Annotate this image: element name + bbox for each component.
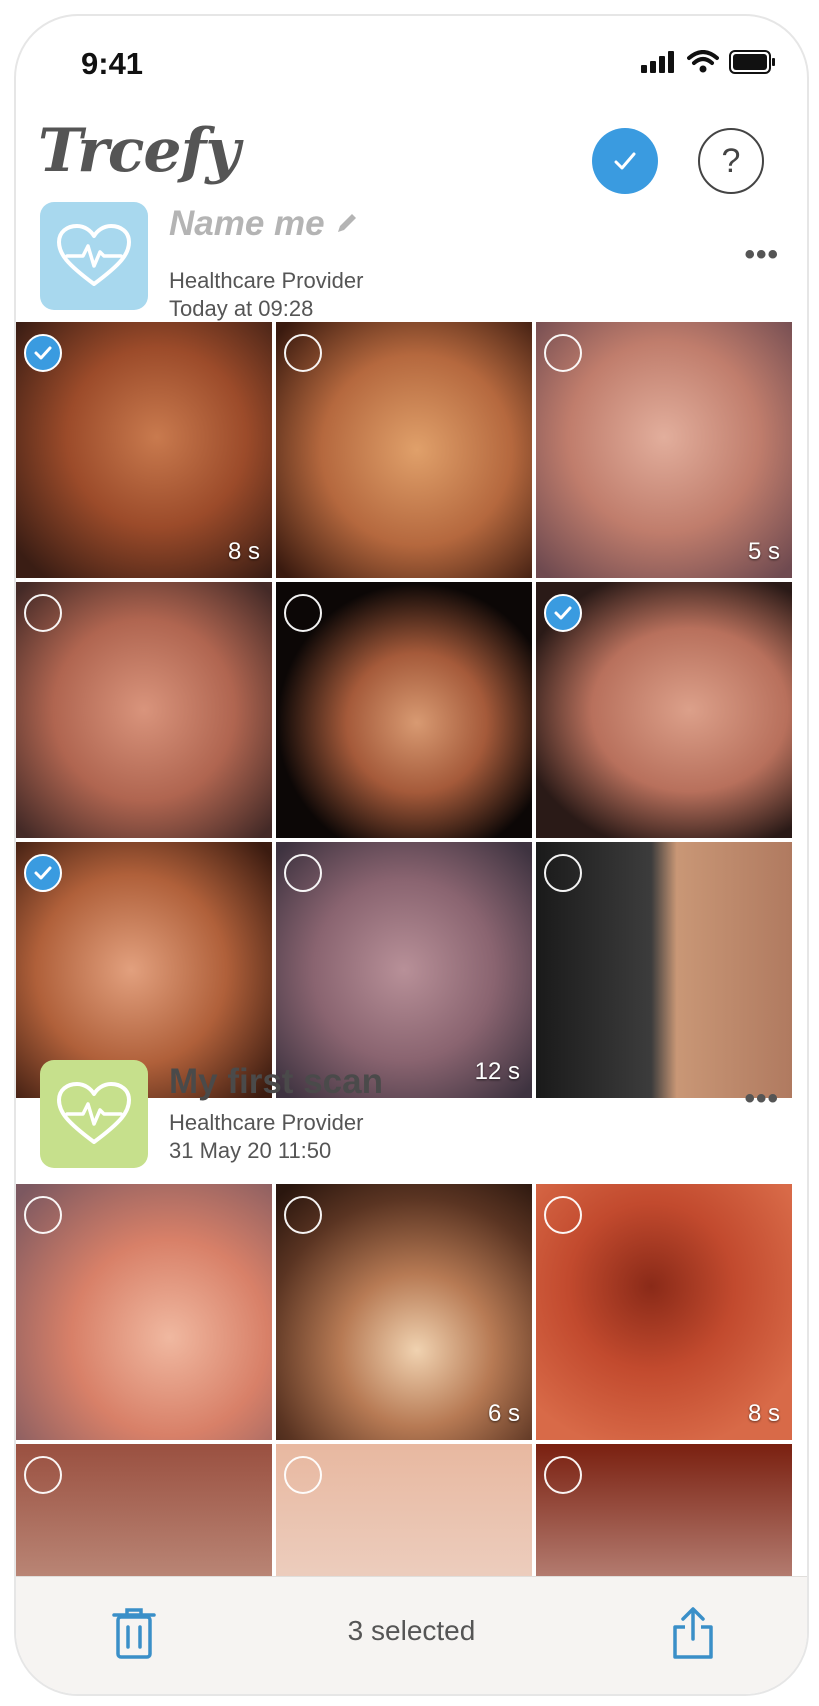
select-checkbox[interactable] <box>284 334 322 372</box>
scan-date: Today at 09:28 <box>169 296 314 321</box>
scan-title[interactable]: My first scan <box>169 1062 383 1102</box>
scan-media-grid-partial <box>16 1444 807 1576</box>
help-icon: ? <box>721 141 741 180</box>
select-checkbox[interactable] <box>544 334 582 372</box>
selection-toolbar: 3 selected <box>16 1576 807 1694</box>
select-checkbox[interactable] <box>544 1196 582 1234</box>
app-logo: Trcefy <box>38 116 240 186</box>
heart-pulse-icon <box>57 1082 131 1144</box>
check-icon <box>554 606 572 620</box>
scan-thumbnail <box>40 202 148 310</box>
scan-title[interactable]: Name me <box>169 204 360 244</box>
help-button[interactable]: ? <box>698 128 764 194</box>
media-thumbnail[interactable] <box>276 582 532 838</box>
select-checkbox[interactable] <box>24 1456 62 1494</box>
edit-pencil-icon[interactable] <box>334 210 360 236</box>
media-thumbnail[interactable]: 5 s <box>536 322 792 578</box>
more-options-button[interactable]: ••• <box>744 238 779 272</box>
status-time: 9:41 <box>81 46 144 81</box>
video-duration: 5 s <box>747 538 780 565</box>
phone-screen: 9:41 Trcefy ? Name me Healthcare Provide… <box>14 14 809 1696</box>
select-checkbox[interactable] <box>544 1456 582 1494</box>
media-thumbnail[interactable] <box>16 1184 272 1440</box>
battery-icon <box>729 50 775 74</box>
select-checkbox[interactable] <box>544 854 582 892</box>
selected-checkbox[interactable] <box>544 594 582 632</box>
media-thumbnail[interactable] <box>16 1444 272 1576</box>
media-thumbnail[interactable] <box>16 582 272 838</box>
media-thumbnail[interactable] <box>276 322 532 578</box>
select-checkbox[interactable] <box>284 594 322 632</box>
selected-checkbox[interactable] <box>24 854 62 892</box>
check-icon <box>34 866 52 880</box>
status-icons <box>641 50 777 74</box>
scan-media-grid: 8 s5 s 12 s <box>16 322 807 1098</box>
wifi-icon <box>687 50 719 73</box>
share-button[interactable] <box>671 1607 715 1666</box>
select-checkbox[interactable] <box>24 1196 62 1234</box>
select-checkbox[interactable] <box>284 1196 322 1234</box>
media-thumbnail[interactable] <box>536 1444 792 1576</box>
media-thumbnail[interactable]: 8 s <box>16 322 272 578</box>
select-checkbox[interactable] <box>284 854 322 892</box>
video-duration: 8 s <box>747 1400 780 1427</box>
scan-date: 31 May 20 11:50 <box>169 1138 332 1163</box>
media-thumbnail[interactable]: 8 s <box>536 1184 792 1440</box>
scan-provider: Healthcare Provider <box>169 1110 364 1135</box>
select-checkbox[interactable] <box>24 594 62 632</box>
select-mode-button[interactable] <box>592 128 658 194</box>
heart-pulse-icon <box>57 224 131 286</box>
share-icon <box>673 1607 713 1659</box>
more-options-button[interactable]: ••• <box>744 1082 779 1116</box>
select-checkbox[interactable] <box>284 1456 322 1494</box>
scan-header[interactable]: My first scan Healthcare Provider 31 May… <box>16 1060 807 1180</box>
check-icon <box>614 152 636 170</box>
selected-checkbox[interactable] <box>24 334 62 372</box>
scan-header[interactable]: Name me Healthcare Provider Today at 09:… <box>16 202 807 322</box>
video-duration: 6 s <box>487 1400 520 1427</box>
media-thumbnail[interactable]: 6 s <box>276 1184 532 1440</box>
media-thumbnail[interactable] <box>276 1444 532 1576</box>
check-icon <box>34 346 52 360</box>
scan-media-grid: 6 s 8 s <box>16 1184 807 1440</box>
media-thumbnail[interactable] <box>536 582 792 838</box>
video-duration: 8 s <box>227 538 260 565</box>
scan-provider: Healthcare Provider <box>169 268 364 293</box>
signal-icon <box>641 51 674 73</box>
scan-thumbnail <box>40 1060 148 1168</box>
